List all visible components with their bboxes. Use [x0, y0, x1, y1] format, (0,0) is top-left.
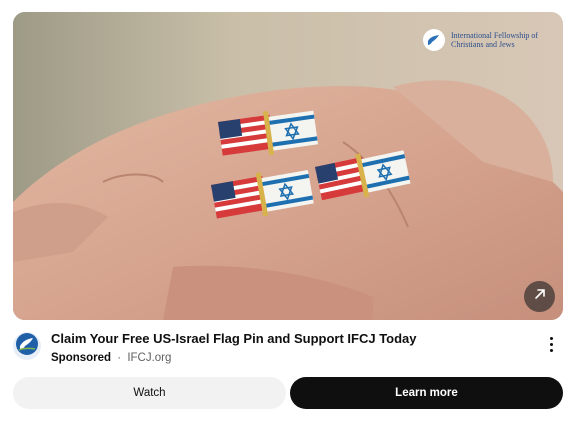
ad-info-row: Claim Your Free US-Israel Flag Pin and S… [13, 328, 563, 368]
brand-overlay-text: International Fellowship of Christians a… [451, 31, 539, 49]
ad-media-thumbnail[interactable]: International Fellowship of Christians a… [13, 12, 563, 320]
sponsored-label: Sponsored [51, 352, 112, 364]
more-options-button[interactable] [543, 332, 559, 356]
ad-meta: Sponsored · IFCJ.org [51, 352, 171, 364]
dove-logo-icon [423, 29, 445, 51]
open-link-button[interactable] [524, 281, 555, 312]
more-vertical-icon [549, 336, 553, 340]
brand-overlay-logo: International Fellowship of Christians a… [423, 26, 541, 54]
arrow-up-right-icon [533, 287, 547, 306]
ad-title[interactable]: Claim Your Free US-Israel Flag Pin and S… [51, 331, 521, 346]
dove-logo-icon [16, 332, 38, 360]
hand-with-flag-pins-image [13, 12, 563, 320]
watch-button[interactable]: Watch [13, 377, 286, 409]
ad-card: International Fellowship of Christians a… [0, 0, 573, 424]
advertiser-domain: IFCJ.org [127, 352, 172, 364]
advertiser-avatar[interactable] [13, 332, 41, 360]
meta-separator: · [117, 352, 122, 364]
learn-more-button[interactable]: Learn more [290, 377, 563, 409]
